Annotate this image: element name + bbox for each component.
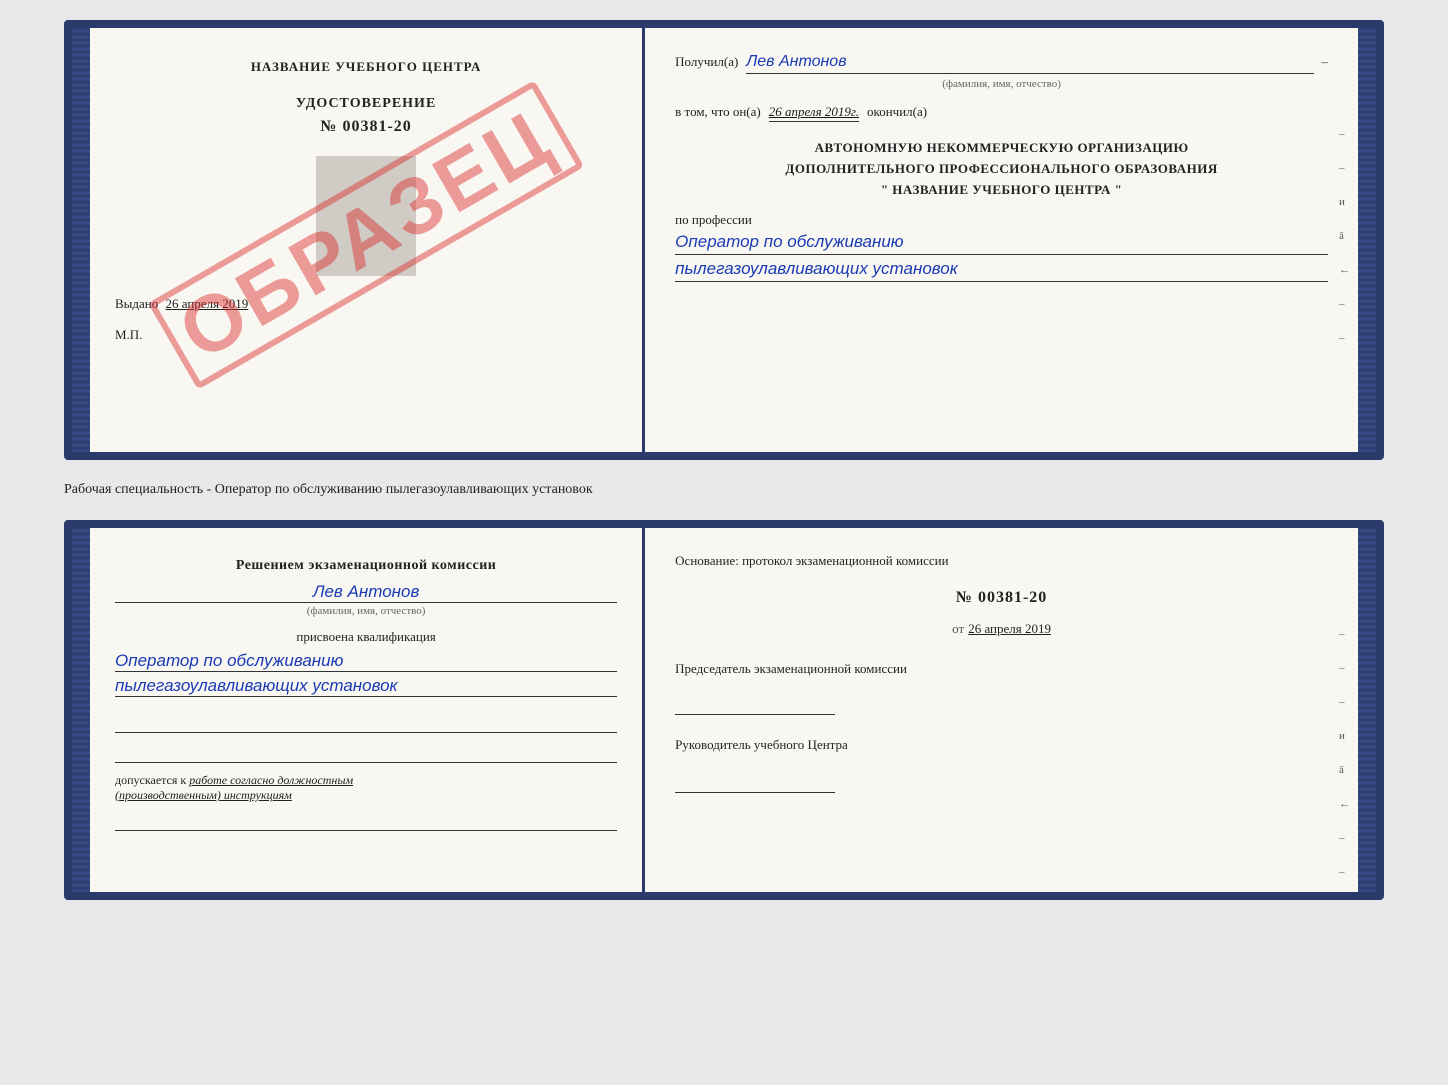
- date-row: в том, что он(а) 26 апреля 2019г. окончи…: [675, 104, 1328, 122]
- top-left-page: НАЗВАНИЕ УЧЕБНОГО ЦЕНТРА УДОСТОВЕРЕНИЕ №…: [90, 28, 645, 452]
- org-block: АВТОНОМНУЮ НЕКОММЕРЧЕСКУЮ ОРГАНИЗАЦИЮ ДО…: [675, 138, 1328, 200]
- qualification-value-2: пылегазоулавливающих установок: [115, 676, 617, 697]
- admission-text: допускается к работе согласно должностны…: [115, 773, 617, 803]
- blank-line-3: [115, 811, 617, 831]
- protocol-number: № 00381-20: [675, 589, 1328, 607]
- top-right-page: Получил(а) Лев Антонов – (фамилия, имя, …: [645, 28, 1358, 452]
- institution-name: НАЗВАНИЕ УЧЕБНОГО ЦЕНТРА: [115, 58, 617, 76]
- org-line2: ДОПОЛНИТЕЛЬНОГО ПРОФЕССИОНАЛЬНОГО ОБРАЗО…: [675, 159, 1328, 180]
- admission-link-text2: (производственным) инструкциям: [115, 788, 292, 802]
- bottom-book-spine-right: [1358, 528, 1376, 892]
- issue-label: Выдано: [115, 296, 158, 311]
- issue-date-value: 26 апреля 2019: [166, 296, 249, 311]
- date-finished: окончил(а): [867, 104, 927, 120]
- side-marks: – – и ā ← – –: [1339, 128, 1350, 344]
- qualification-value-1: Оператор по обслуживанию: [115, 651, 617, 672]
- dash-right: –: [1322, 54, 1329, 70]
- org-line1: АВТОНОМНУЮ НЕКОММЕРЧЕСКУЮ ОРГАНИЗАЦИЮ: [675, 138, 1328, 159]
- photo-placeholder: [316, 156, 416, 276]
- admission-link-text: работе согласно должностным: [189, 773, 353, 787]
- profession-value-1: Оператор по обслуживанию: [675, 232, 1328, 255]
- between-section: Рабочая специальность - Оператор по обсл…: [64, 478, 1384, 502]
- mp-label: М.П.: [115, 327, 617, 343]
- date-value: 26 апреля 2019г.: [769, 104, 859, 122]
- commission-fio-label: (фамилия, имя, отчество): [115, 605, 617, 617]
- recipient-label: Получил(а): [675, 54, 738, 70]
- book-spine-right: [1358, 28, 1376, 452]
- cert-type: УДОСТОВЕРЕНИЕ: [115, 96, 617, 112]
- chairman-label: Председатель экзаменационной комиссии: [675, 661, 1328, 677]
- top-certificate: НАЗВАНИЕ УЧЕБНОГО ЦЕНТРА УДОСТОВЕРЕНИЕ №…: [64, 20, 1384, 460]
- director-signature-line: [675, 773, 835, 793]
- bottom-left-page: Решением экзаменационной комиссии Лев Ан…: [90, 528, 645, 892]
- commission-name: Лев Антонов: [115, 582, 617, 603]
- blank-line-1: [115, 713, 617, 733]
- bottom-book-spine-left: [72, 528, 90, 892]
- blank-line-2: [115, 743, 617, 763]
- fio-sublabel: (фамилия, имя, отчество): [675, 78, 1328, 90]
- bottom-certificate: Решением экзаменационной комиссии Лев Ан…: [64, 520, 1384, 900]
- protocol-date-row: от 26 апреля 2019: [675, 621, 1328, 637]
- org-line3: " НАЗВАНИЕ УЧЕБНОГО ЦЕНТРА ": [675, 180, 1328, 201]
- protocol-date: 26 апреля 2019: [968, 621, 1051, 637]
- basis-label: Основание: протокол экзаменационной коми…: [675, 553, 1328, 569]
- cert-number: № 00381-20: [115, 118, 617, 136]
- between-text: Рабочая специальность - Оператор по обсл…: [64, 482, 593, 497]
- book-spine-left: [72, 28, 90, 452]
- recipient-line: Получил(а) Лев Антонов –: [675, 53, 1328, 74]
- recipient-name: Лев Антонов: [746, 53, 1313, 74]
- profession-value-2: пылегазоулавливающих установок: [675, 259, 1328, 282]
- bottom-right-page: Основание: протокол экзаменационной коми…: [645, 528, 1358, 892]
- bottom-side-marks: – – – и ā ← – –: [1339, 628, 1350, 878]
- chairman-signature-line: [675, 695, 835, 715]
- director-label: Руководитель учебного Центра: [675, 735, 1328, 755]
- assigned-label: присвоена квалификация: [115, 629, 617, 645]
- profession-label: по профессии: [675, 212, 1328, 228]
- date-label: в том, что он(а): [675, 104, 761, 120]
- from-label: от: [952, 621, 964, 637]
- chairman-block: Председатель экзаменационной комиссии: [675, 661, 1328, 715]
- admission-label: допускается к: [115, 773, 186, 787]
- commission-header: Решением экзаменационной комиссии: [115, 558, 617, 574]
- issue-date-line: Выдано 26 апреля 2019: [115, 296, 617, 312]
